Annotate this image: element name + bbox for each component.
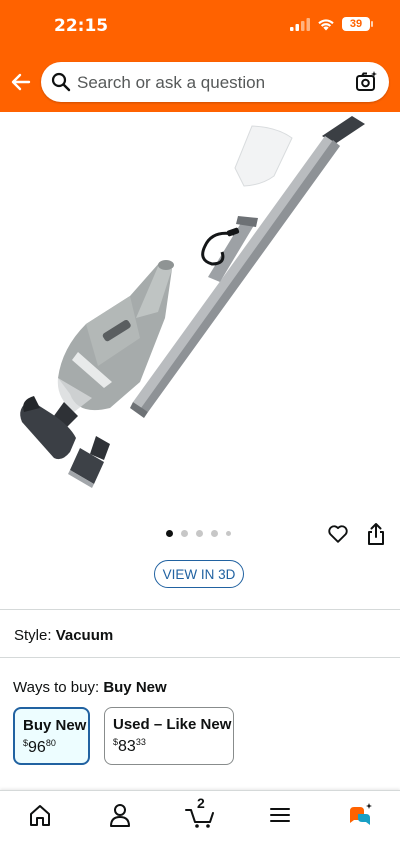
option-title: Buy New <box>23 717 87 734</box>
carousel-dot[interactable] <box>166 530 173 537</box>
buy-new-option[interactable]: Buy New $9680 <box>13 707 90 765</box>
wishlist-heart-icon[interactable] <box>327 523 349 545</box>
divider <box>0 657 400 658</box>
camera-search-icon[interactable] <box>355 70 379 94</box>
image-carousel-dots[interactable] <box>166 530 231 537</box>
bottom-tab-bar: 2 <box>0 790 400 868</box>
cart-count-badge: 2 <box>197 795 205 811</box>
option-price: $8333 <box>113 737 146 755</box>
ways-to-buy-selected: Buy New <box>103 679 167 696</box>
style-label: Style: <box>14 627 52 644</box>
ways-to-buy-label: Ways to buy: <box>13 679 100 696</box>
ways-to-buy-heading: Ways to buy: Buy New <box>13 679 167 696</box>
wifi-icon <box>318 18 334 30</box>
status-icons: 39 <box>290 17 373 31</box>
style-selector[interactable]: Style: Vacuum <box>14 627 113 644</box>
divider <box>0 609 400 610</box>
carousel-dot[interactable] <box>211 530 218 537</box>
menu-icon[interactable] <box>262 801 298 829</box>
cart-tab[interactable]: 2 <box>182 795 218 829</box>
used-like-new-option[interactable]: Used – Like New $8333 <box>104 707 234 765</box>
option-price: $9680 <box>23 738 56 756</box>
option-title: Used – Like New <box>113 716 232 733</box>
product-image[interactable] <box>0 112 400 522</box>
search-placeholder: Search or ask a question <box>77 73 266 92</box>
back-arrow-icon[interactable] <box>9 70 33 94</box>
carousel-dot[interactable] <box>226 531 231 536</box>
carousel-dot[interactable] <box>181 530 188 537</box>
rufus-ai-icon[interactable] <box>342 801 378 829</box>
style-value: Vacuum <box>55 627 114 644</box>
status-bar: 22:15 39 <box>0 0 400 54</box>
signal-icon <box>290 17 310 31</box>
search-header: Search or ask a question <box>0 54 400 112</box>
search-icon <box>51 72 71 92</box>
account-icon[interactable] <box>102 801 138 829</box>
search-input[interactable]: Search or ask a question <box>41 62 389 102</box>
carousel-dot[interactable] <box>196 530 203 537</box>
home-icon[interactable] <box>22 801 58 829</box>
battery-icon: 39 <box>342 17 373 31</box>
status-time: 22:15 <box>54 16 109 36</box>
view-in-3d-button[interactable]: VIEW IN 3D <box>154 560 244 588</box>
share-icon[interactable] <box>365 522 387 546</box>
